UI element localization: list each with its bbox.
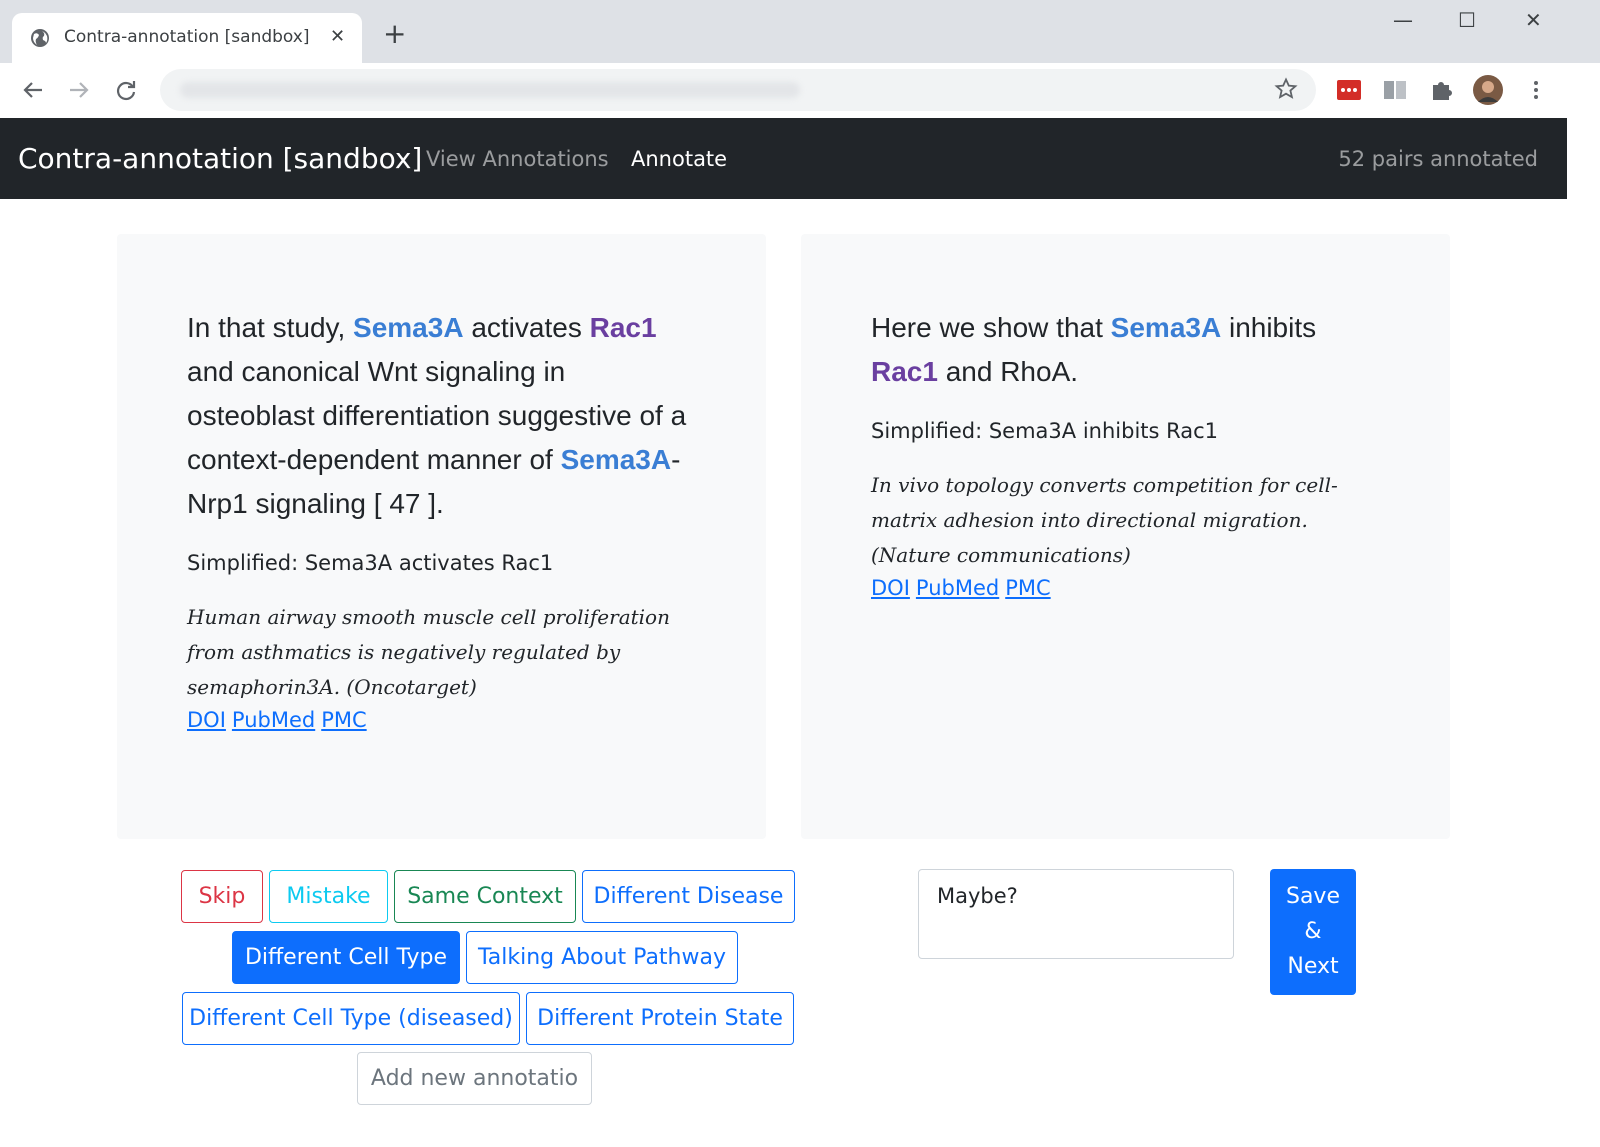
different-disease-button[interactable]: Different Disease (582, 870, 795, 923)
skip-button[interactable]: Skip (181, 870, 263, 923)
maximize-icon[interactable]: ☐ (1458, 8, 1476, 32)
right-links: DOI PubMed PMC (871, 573, 1351, 603)
extensions-puzzle-icon[interactable] (1427, 75, 1457, 105)
different-protein-state-button[interactable]: Different Protein State (526, 992, 794, 1045)
address-bar[interactable] (160, 69, 1316, 111)
minimize-icon[interactable]: — (1393, 8, 1413, 32)
gene1-highlight: Sema3A (353, 312, 464, 343)
doi-link[interactable]: DOI (871, 576, 910, 600)
browser-tabstrip: Contra-annotation [sandbox] ✕ + — ☐ ✕ (0, 0, 1600, 63)
password-manager-extension-icon[interactable] (1334, 75, 1364, 105)
browser-toolbar (0, 63, 1600, 118)
profile-avatar[interactable] (1473, 75, 1503, 105)
save-label-line2: & (1304, 919, 1322, 944)
nav-view-annotations[interactable]: View Annotations (426, 147, 609, 171)
sentence-text: activates (463, 312, 590, 343)
sentence-text: and RhoA. (937, 356, 1079, 387)
save-label-line1: Save (1285, 884, 1340, 909)
gene1-highlight: Sema3A (1110, 312, 1222, 343)
different-cell-type-button[interactable]: Different Cell Type (232, 931, 460, 984)
pubmed-link[interactable]: PubMed (232, 708, 315, 732)
tab-title: Contra-annotation [sandbox] (64, 27, 310, 47)
gene2-highlight: Rac1 (871, 356, 938, 387)
sentence-text: Here we show that (871, 312, 1111, 343)
pmc-link[interactable]: PMC (321, 708, 366, 732)
left-sentence: In that study, Sema3A activates Rac1 and… (187, 306, 697, 526)
right-sentence: Here we show that Sema3A inhibits Rac1 a… (871, 306, 1351, 394)
save-label-line3: Next (1287, 954, 1339, 979)
pubmed-link[interactable]: PubMed (916, 576, 999, 600)
app-brand[interactable]: Contra-annotation [sandbox] (18, 142, 422, 175)
left-simplified: Simplified: Sema3A activates Rac1 (187, 551, 554, 575)
save-and-next-button[interactable]: Save & Next (1270, 869, 1356, 995)
browser-menu-icon[interactable] (1521, 75, 1551, 105)
globe-icon (31, 29, 49, 47)
talking-about-pathway-button[interactable]: Talking About Pathway (466, 931, 738, 984)
same-context-button[interactable]: Same Context (394, 870, 576, 923)
reload-icon[interactable] (111, 75, 141, 105)
right-simplified: Simplified: Sema3A inhibits Rac1 (871, 419, 1219, 443)
gene2-highlight: Rac1 (589, 312, 657, 343)
app-navbar: Contra-annotation [sandbox] View Annotat… (0, 118, 1567, 199)
forward-arrow-icon[interactable] (64, 75, 94, 105)
left-links: DOI PubMed PMC (187, 705, 697, 735)
left-citation: Human airway smooth muscle cell prolifer… (187, 605, 670, 699)
reader-extension-icon[interactable] (1380, 75, 1410, 105)
pairs-annotated-count: 52 pairs annotated (1338, 147, 1538, 171)
sentence-text: In that study, (187, 312, 354, 343)
nav-annotate[interactable]: Annotate (631, 147, 727, 171)
left-sentence-card: In that study, Sema3A activates Rac1 and… (117, 234, 766, 839)
mistake-button[interactable]: Mistake (269, 870, 388, 923)
add-new-annotation-input[interactable]: Add new annotatio (357, 1052, 592, 1105)
new-tab-icon[interactable]: + (383, 20, 406, 48)
right-sentence-card: Here we show that Sema3A inhibits Rac1 a… (801, 234, 1450, 839)
sentence-text: inhibits (1221, 312, 1317, 343)
gene1-highlight: Sema3A (560, 444, 672, 475)
doi-link[interactable]: DOI (187, 708, 226, 732)
notes-textarea[interactable]: Maybe? (918, 869, 1234, 959)
bookmark-star-icon[interactable] (1274, 77, 1298, 101)
different-cell-type-diseased-button[interactable]: Different Cell Type (diseased) (182, 992, 520, 1045)
blurred-url (180, 82, 800, 98)
tab-close-icon[interactable]: ✕ (330, 26, 345, 47)
right-citation: In vivo topology converts competition fo… (871, 473, 1338, 567)
window-close-icon[interactable]: ✕ (1525, 8, 1542, 32)
browser-tab[interactable]: Contra-annotation [sandbox] ✕ (12, 13, 362, 63)
pmc-link[interactable]: PMC (1005, 576, 1050, 600)
back-arrow-icon[interactable] (18, 75, 48, 105)
